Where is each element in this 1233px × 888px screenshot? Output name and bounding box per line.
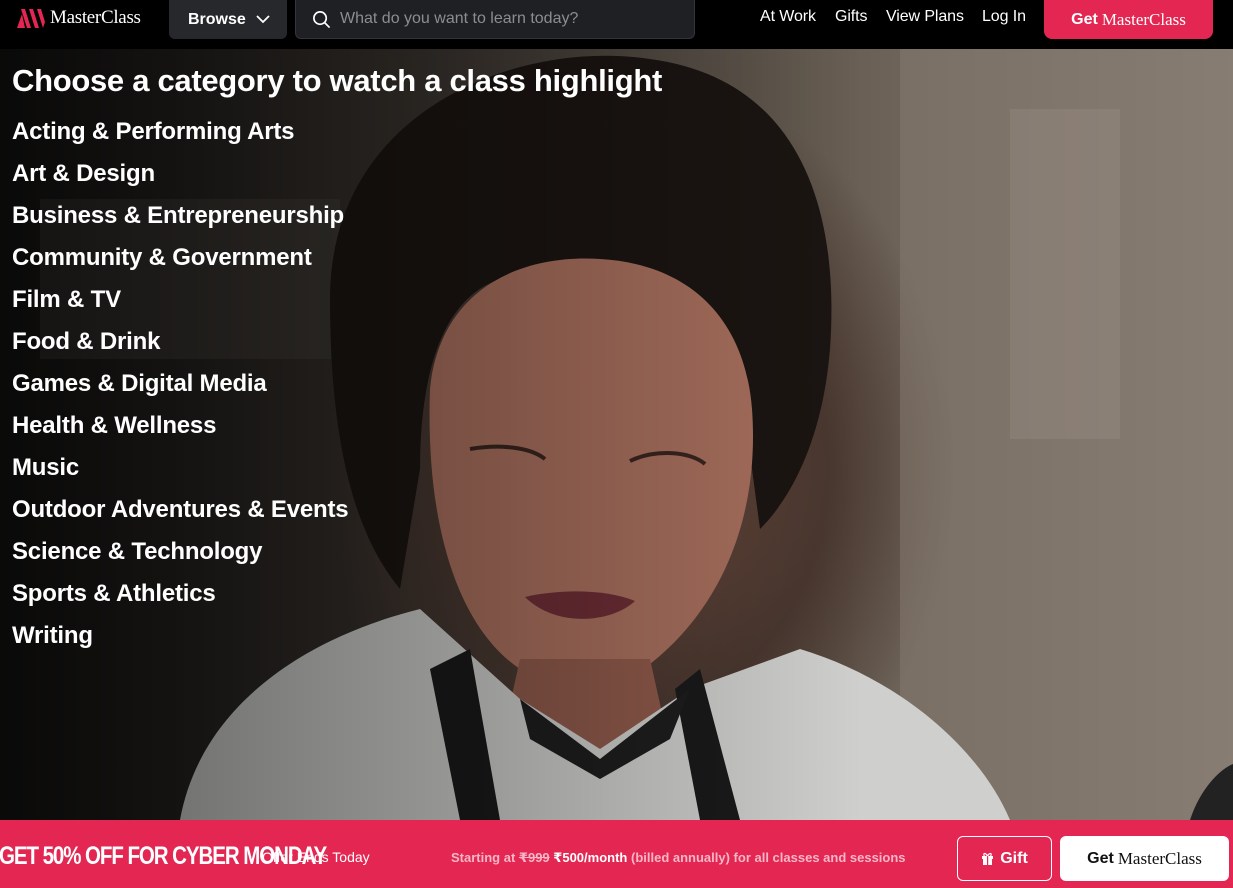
promo-get-masterclass-button[interactable]: Get MasterClass xyxy=(1060,836,1229,881)
nav-at-work[interactable]: At Work xyxy=(760,8,816,28)
promo-pricing: Starting at ₹999 ₹500/month (billed annu… xyxy=(451,850,906,866)
category-business-entrepreneurship[interactable]: Business & Entrepreneurship xyxy=(12,202,348,244)
masterclass-logo-icon xyxy=(12,9,45,28)
get-masterclass-button[interactable]: Get MasterClass xyxy=(1044,0,1213,39)
browse-label: Browse xyxy=(188,10,246,28)
top-navigation-bar: MasterClass Browse At Work Gifts View Pl… xyxy=(0,0,1233,49)
gift-label: Gift xyxy=(1000,849,1028,867)
category-sports-athletics[interactable]: Sports & Athletics xyxy=(12,580,348,622)
promo-offer-ends: Offer Ends Today xyxy=(262,849,370,865)
category-community-government[interactable]: Community & Government xyxy=(12,244,348,286)
search-input[interactable] xyxy=(340,10,670,28)
price-suffix: (billed annually) for all classes and se… xyxy=(630,850,906,865)
category-film-tv[interactable]: Film & TV xyxy=(12,286,348,328)
price-new: ₹500/month xyxy=(553,850,628,865)
cta-prefix: Get xyxy=(1071,10,1098,28)
price-prefix: Starting at xyxy=(451,850,516,865)
search-bar[interactable] xyxy=(295,0,695,39)
hero-title: Choose a category to watch a class highl… xyxy=(12,63,663,98)
category-acting-performing-arts[interactable]: Acting & Performing Arts xyxy=(12,118,348,160)
search-icon xyxy=(313,10,331,28)
hero-section: Choose a category to watch a class highl… xyxy=(0,49,1233,820)
price-old: ₹999 xyxy=(518,850,550,865)
category-health-wellness[interactable]: Health & Wellness xyxy=(12,412,348,454)
category-outdoor-adventures-events[interactable]: Outdoor Adventures & Events xyxy=(12,496,349,538)
category-art-design[interactable]: Art & Design xyxy=(12,160,348,202)
category-food-drink[interactable]: Food & Drink xyxy=(12,328,348,370)
promo-cta-prefix: Get xyxy=(1087,849,1114,867)
nav-gifts[interactable]: Gifts xyxy=(835,8,868,28)
gift-button[interactable]: Gift xyxy=(957,836,1052,881)
promo-cta-brand: MasterClass xyxy=(1117,848,1202,868)
category-games-digital-media[interactable]: Games & Digital Media xyxy=(12,370,348,412)
nav-log-in[interactable]: Log In xyxy=(982,8,1026,28)
promo-banner: GET 50% OFF FOR CYBER MONDAY Offer Ends … xyxy=(0,820,1233,888)
masterclass-logo[interactable]: MasterClass xyxy=(12,6,141,30)
category-music[interactable]: Music xyxy=(12,454,348,496)
gift-icon xyxy=(982,852,994,865)
cta-brand: MasterClass xyxy=(1101,9,1186,29)
chevron-down-icon xyxy=(256,15,270,24)
browse-button[interactable]: Browse xyxy=(169,0,287,39)
logo-text: MasterClass xyxy=(50,7,141,28)
category-science-technology[interactable]: Science & Technology xyxy=(12,538,348,580)
category-writing[interactable]: Writing xyxy=(12,622,348,664)
nav-view-plans[interactable]: View Plans xyxy=(886,8,964,28)
category-list: Acting & Performing Arts Art & Design Bu… xyxy=(12,118,349,664)
